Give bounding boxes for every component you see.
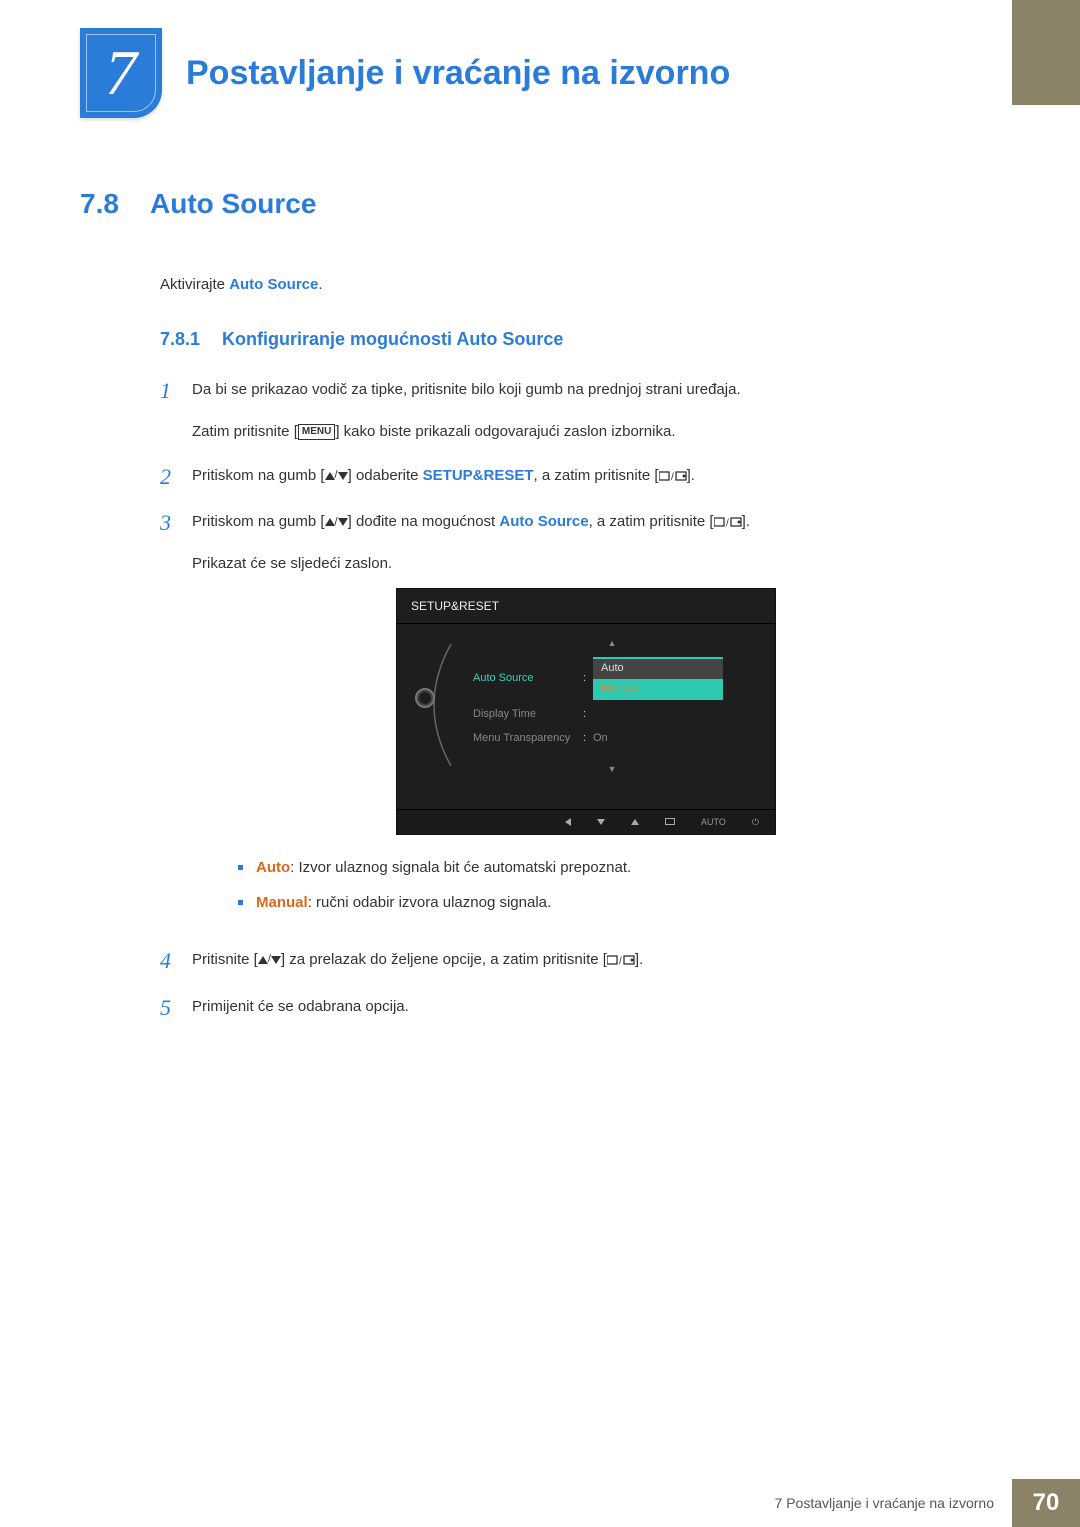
step-1-line2: Zatim pritisnite [MENU] kako biste prika… xyxy=(192,420,980,444)
step-5-text: Primijenit će se odabrana opcija. xyxy=(192,995,980,1019)
page-footer: 7 Postavljanje i vraćanje na izvorno 70 xyxy=(757,1479,1080,1527)
gear-icon xyxy=(415,688,435,708)
enter-icon: / xyxy=(714,513,742,530)
subsection-number: 7.8.1 xyxy=(160,329,222,350)
step-4: 4 Pritisnite [ / ] za prelazak do željen… xyxy=(160,948,980,974)
down-icon xyxy=(597,819,605,825)
step-5: 5 Primijenit će se odabrana opcija. xyxy=(160,995,980,1021)
auto-label: AUTO xyxy=(701,815,726,829)
auto-source-label: Auto Source xyxy=(499,513,588,530)
step-number: 2 xyxy=(160,464,192,490)
step-2: 2 Pritiskom na gumb [ / ] odaberite SETU… xyxy=(160,464,980,490)
step-1: 1 Da bi se prikazao vodič za tipke, prit… xyxy=(160,378,980,444)
intro-highlight: Auto Source xyxy=(229,276,318,293)
footer-text: 7 Postavljanje i vraćanje na izvorno xyxy=(757,1479,1012,1527)
step-3-line2: Prikazat će se sljedeći zaslon. xyxy=(192,552,980,576)
source-icon xyxy=(665,818,675,825)
bullet-manual: Manual: ručni odabir izvora ulaznog sign… xyxy=(238,892,980,915)
chapter-title: Postavljanje i vraćanje na izvorno xyxy=(186,54,730,93)
osd-option-auto: Auto xyxy=(593,659,723,679)
osd-value: On xyxy=(593,730,761,748)
osd-label: Menu Transparency xyxy=(463,730,583,748)
osd-row-display-time: Display Time : xyxy=(463,703,761,727)
power-icon: ⏻ xyxy=(752,815,759,829)
osd-label: Display Time xyxy=(463,706,583,724)
step-1-line1: Da bi se prikazao vodič za tipke, pritis… xyxy=(192,378,980,402)
up-down-icon: / xyxy=(325,514,348,532)
up-icon xyxy=(631,819,639,825)
setup-reset-label: SETUP&RESET xyxy=(423,467,534,484)
osd-dropdown: Auto Manual xyxy=(593,657,723,700)
step-3-line1: Pritiskom na gumb [ / ] dođite na mogućn… xyxy=(192,510,980,534)
bullet-manual-label: Manual xyxy=(256,894,308,911)
enter-icon: / xyxy=(659,467,687,484)
bullet-auto: Auto: Izvor ulaznog signala bit će autom… xyxy=(238,857,980,880)
step-3: 3 Pritiskom na gumb [ / ] dođite na mogu… xyxy=(160,510,980,928)
step-number: 4 xyxy=(160,948,192,974)
page-number: 70 xyxy=(1012,1479,1080,1527)
up-down-icon: / xyxy=(258,951,281,969)
up-down-icon: / xyxy=(325,467,348,485)
step-number: 5 xyxy=(160,995,192,1021)
back-icon xyxy=(565,818,571,826)
caret-down-icon: ▼ xyxy=(463,762,761,776)
menu-button-icon: MENU xyxy=(298,424,335,440)
osd-row-menu-transparency: Menu Transparency : On xyxy=(463,727,761,751)
step-4-text: Pritisnite [ / ] za prelazak do željene … xyxy=(192,948,980,972)
steps-list: 1 Da bi se prikazao vodič za tipke, prit… xyxy=(160,378,980,1021)
enter-icon: / xyxy=(607,951,635,968)
bullet-auto-label: Auto xyxy=(256,859,290,876)
option-bullets: Auto: Izvor ulaznog signala bit će autom… xyxy=(238,857,980,914)
chapter-tab: 7 xyxy=(80,28,162,118)
section-number: 7.8 xyxy=(80,188,150,220)
subsection-title: 7.8.1Konfiguriranje mogućnosti Auto Sour… xyxy=(160,329,980,350)
osd-label: Auto Source xyxy=(463,670,583,688)
svg-text:/: / xyxy=(726,518,729,528)
step-number: 1 xyxy=(160,378,192,444)
intro-text: Aktivirajte Auto Source. xyxy=(160,276,980,293)
osd-footer: AUTO ⏻ xyxy=(397,809,775,834)
page-content: 7.8Auto Source Aktivirajte Auto Source. … xyxy=(80,188,980,1041)
osd-side-graphic xyxy=(407,630,463,781)
svg-text:/: / xyxy=(671,472,674,482)
step-number: 3 xyxy=(160,510,192,928)
osd-row-auto-source: Auto Source : Auto Manual xyxy=(463,654,761,703)
caret-up-icon: ▲ xyxy=(463,636,761,650)
osd-title: SETUP&RESET xyxy=(397,589,775,623)
section-title: 7.8Auto Source xyxy=(80,188,980,220)
step-2-text: Pritiskom na gumb [ / ] odaberite SETUP&… xyxy=(192,464,980,488)
header-accent-bar xyxy=(1012,0,1080,105)
osd-screenshot: SETUP&RESET ▲ Auto Source : xyxy=(396,588,776,835)
chapter-header: 7 Postavljanje i vraćanje na izvorno xyxy=(80,28,730,118)
osd-option-manual: Manual xyxy=(593,679,723,699)
svg-text:/: / xyxy=(619,956,622,966)
